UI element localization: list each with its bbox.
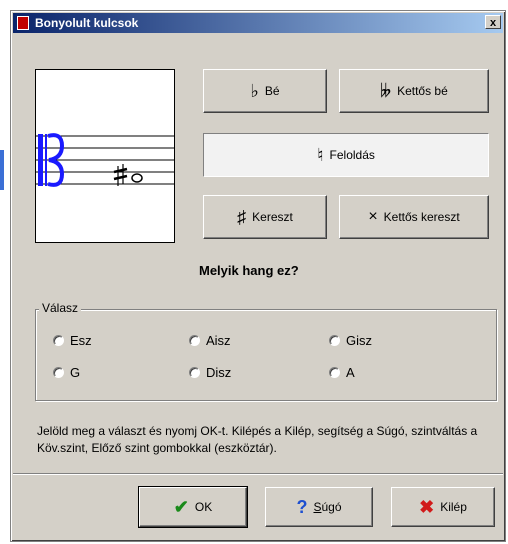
question-text: Melyik hang ez? [199, 263, 299, 278]
exit-button[interactable]: ✖ Kilép [391, 487, 495, 527]
music-staff [36, 133, 174, 187]
answer-radio-aisz[interactable]: Aisz [189, 333, 231, 348]
instructions-text: Jelöld meg a választ és nyomj OK-t. Kilé… [37, 424, 478, 455]
answer-legend: Válasz [39, 301, 82, 315]
double-sharp-label: Kettős kereszt [383, 210, 460, 224]
window-title: Bonyolult kulcsok [35, 16, 139, 30]
background-accent [0, 150, 4, 190]
help-label: Súgó [313, 500, 342, 514]
answer-label: Aisz [206, 333, 231, 348]
natural-label: Feloldás [329, 148, 375, 162]
checkmark-icon: ✔ [173, 496, 189, 517]
ok-button[interactable]: ✔ OK [138, 486, 248, 528]
sharp-button[interactable]: ♯ Kereszt [203, 195, 327, 239]
sharp-button-icon: ♯ [237, 207, 247, 227]
note-head [131, 173, 143, 183]
double-sharp-icon: × [368, 208, 378, 225]
radio-icon [189, 335, 200, 346]
radio-icon [53, 367, 64, 378]
natural-icon: ♮ [317, 144, 324, 165]
answer-label: G [70, 365, 81, 380]
answer-label: Gisz [346, 333, 372, 348]
answer-radio-disz[interactable]: Disz [189, 365, 231, 380]
answer-radio-gisz[interactable]: Gisz [329, 333, 372, 348]
flat-label: Bé [264, 84, 280, 98]
answer-radio-esz[interactable]: Esz [53, 333, 92, 348]
double-flat-label: Kettős bé [397, 84, 448, 98]
natural-button[interactable]: ♮ Feloldás [203, 133, 489, 177]
radio-icon [329, 367, 340, 378]
dialog-window: Bonyolult kulcsok x ♭ Bé 𝄫 Kettős bé ♮ F… [10, 10, 506, 542]
double-sharp-button[interactable]: × Kettős kereszt [339, 195, 489, 239]
answer-label: Esz [70, 333, 92, 348]
sharp-icon [113, 164, 128, 186]
footer-separator [13, 473, 503, 475]
answer-groupbox [35, 309, 497, 401]
answer-radio-g[interactable]: G [53, 365, 80, 380]
ok-label: OK [194, 500, 213, 514]
radio-icon [53, 335, 64, 346]
double-flat-icon: 𝄫 [380, 81, 392, 101]
answer-label: Disz [206, 365, 232, 380]
close-icon: ✖ [419, 496, 435, 517]
help-button[interactable]: ? Súgó [265, 487, 373, 527]
exit-label: Kilép [440, 500, 467, 514]
radio-icon [329, 335, 340, 346]
staff-panel [35, 69, 175, 243]
double-flat-button[interactable]: 𝄫 Kettős bé [339, 69, 489, 113]
radio-icon [189, 367, 200, 378]
sharp-label: Kereszt [252, 210, 293, 224]
answer-label: A [346, 365, 355, 380]
flat-button[interactable]: ♭ Bé [203, 69, 327, 113]
close-button[interactable]: x [485, 15, 501, 29]
flat-icon: ♭ [250, 81, 259, 101]
app-icon [17, 16, 29, 30]
answer-radio-a[interactable]: A [329, 365, 355, 380]
help-icon: ? [296, 496, 308, 517]
title-bar: Bonyolult kulcsok x [13, 13, 503, 33]
